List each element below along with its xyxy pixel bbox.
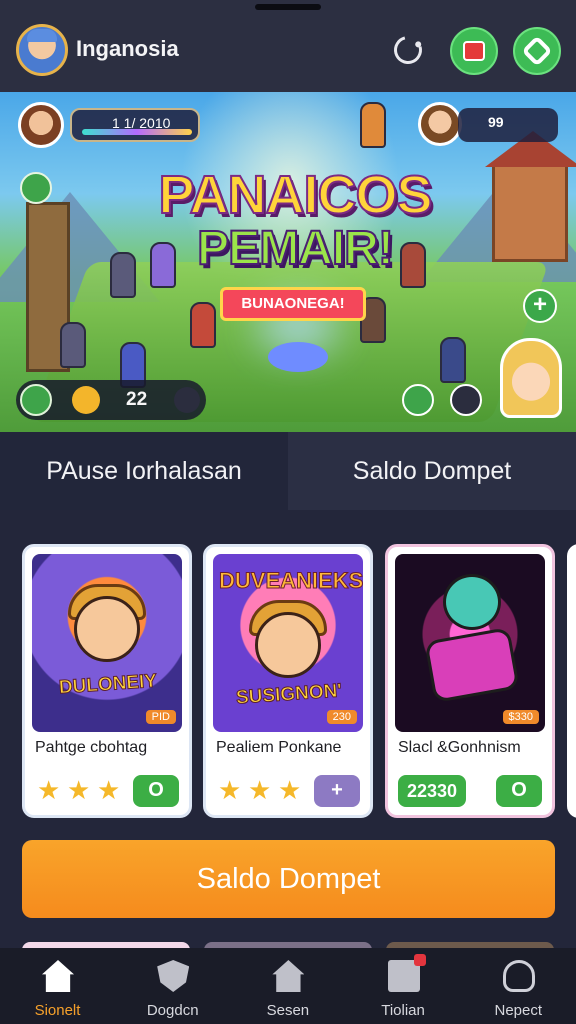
card-art-caption: DULONEIY bbox=[58, 670, 158, 699]
opponent-avatar bbox=[418, 102, 462, 146]
bird-illustration bbox=[443, 574, 501, 630]
game-card[interactable]: DUVEANIEKS SUSIGNON' 230 Pealiem Ponkane… bbox=[203, 544, 373, 818]
card-art: $330 bbox=[395, 554, 545, 732]
xp-bar bbox=[82, 129, 192, 135]
star-icon: ★ bbox=[278, 775, 302, 805]
refresh-icon[interactable] bbox=[388, 30, 428, 70]
username: Inganosia bbox=[76, 36, 179, 61]
card-art-price: 230 bbox=[326, 710, 357, 724]
nav-label: Sesen bbox=[266, 1002, 310, 1019]
card-price[interactable]: 22330 bbox=[398, 775, 466, 807]
gift-button[interactable] bbox=[450, 27, 498, 75]
document-icon bbox=[387, 954, 426, 992]
resource-bar: 22 bbox=[16, 380, 206, 420]
game-card[interactable]: DULONEIY PID Pahtge cbohtag ★ ★ ★ O bbox=[22, 544, 192, 818]
player-hud: 1 1/ 2010 bbox=[18, 102, 208, 148]
user-icon bbox=[502, 960, 535, 992]
card-play-button[interactable]: O bbox=[496, 775, 542, 807]
star-rating: ★ ★ ★ bbox=[37, 777, 123, 803]
share-button[interactable] bbox=[513, 27, 561, 75]
nav-item-house[interactable]: Sesen bbox=[230, 948, 345, 1024]
hero-illustration bbox=[74, 596, 140, 662]
opponent-score: 99 bbox=[488, 114, 504, 130]
gift-icon bbox=[463, 41, 485, 61]
nav-item-home[interactable]: Sionelt bbox=[0, 948, 115, 1024]
nav-item-profile[interactable]: Nepect bbox=[461, 948, 576, 1024]
card-title: Pealiem Ponkane bbox=[216, 739, 342, 756]
nav-label: Sionelt bbox=[34, 1002, 81, 1019]
coin-icon bbox=[72, 386, 100, 414]
banner-title-line1: PANAICOS bbox=[157, 165, 433, 225]
status-notch bbox=[255, 4, 321, 10]
tab-bar: PAuse Iorhalasan Saldo Dompet bbox=[0, 432, 576, 510]
card-art-heading: DUVEANIEKS bbox=[219, 568, 364, 594]
action-icons bbox=[402, 380, 492, 420]
banner-title: PANAICOS PEMAIR! bbox=[150, 165, 440, 276]
card-art-price: PID bbox=[145, 710, 176, 724]
nav-label: Nepect bbox=[494, 1002, 543, 1019]
star-icon: ★ bbox=[37, 775, 61, 805]
game-card-list: DULONEIY PID Pahtge cbohtag ★ ★ ★ O DUVE… bbox=[0, 544, 576, 820]
avatar[interactable] bbox=[16, 24, 68, 76]
tab-pause[interactable]: PAuse Iorhalasan bbox=[0, 432, 288, 510]
card-art-price: $330 bbox=[502, 710, 539, 724]
house bbox=[492, 162, 568, 262]
leaf-icon[interactable] bbox=[20, 384, 52, 416]
character-portrait bbox=[500, 338, 562, 418]
star-icon: ★ bbox=[97, 775, 121, 805]
card-title: Slacl &Gonhnism bbox=[398, 739, 521, 756]
house-icon bbox=[272, 960, 305, 992]
game-card[interactable]: $330 Slacl &Gonhnism 22330 O bbox=[385, 544, 555, 818]
shield-icon bbox=[157, 960, 190, 992]
leaf-icon[interactable] bbox=[20, 172, 52, 204]
player-avatar bbox=[18, 102, 64, 148]
tab-wallet-balance[interactable]: Saldo Dompet bbox=[288, 432, 576, 510]
opponent-hud: 99 bbox=[418, 102, 558, 148]
next-card-peek[interactable] bbox=[567, 544, 576, 818]
banner-title-line2: PEMAIR! bbox=[196, 222, 395, 276]
portal bbox=[268, 342, 328, 372]
resource-value: 22 bbox=[126, 389, 148, 410]
banner-ribbon: BUNAONEGA! bbox=[220, 287, 366, 321]
share-icon bbox=[521, 35, 553, 67]
nav-label: Tiolian bbox=[381, 1002, 425, 1019]
hero-illustration bbox=[255, 612, 321, 678]
game-unit bbox=[110, 252, 136, 298]
star-icon: ★ bbox=[218, 775, 242, 805]
bottom-nav: Sionelt Dogdcn Sesen Tiolian Nepect bbox=[0, 948, 576, 1024]
nav-label: Dogdcn bbox=[146, 1002, 199, 1019]
opponent-stats: 99 bbox=[458, 108, 558, 142]
top-bar: Inganosia bbox=[0, 0, 576, 92]
home-icon bbox=[42, 960, 74, 992]
star-icon: ★ bbox=[67, 775, 91, 805]
wallet-balance-button[interactable]: Saldo Dompet bbox=[22, 840, 555, 918]
add-button[interactable]: + bbox=[523, 289, 557, 323]
game-unit bbox=[360, 102, 386, 148]
gem-illustration bbox=[424, 627, 520, 703]
player-stats: 1 1/ 2010 bbox=[70, 108, 200, 142]
card-art-caption: SUSIGNON' bbox=[235, 680, 343, 709]
nav-item-document[interactable]: Tiolian bbox=[346, 948, 461, 1024]
game-unit bbox=[60, 322, 86, 368]
game-unit bbox=[440, 337, 466, 383]
promo-banner[interactable]: 1 1/ 2010 99 PANAICOS PEMAIR! BUNAONEGA!… bbox=[0, 92, 576, 432]
star-icon: ★ bbox=[248, 775, 272, 805]
nav-item-shield[interactable]: Dogdcn bbox=[115, 948, 230, 1024]
card-art: DUVEANIEKS SUSIGNON' 230 bbox=[213, 554, 363, 732]
game-unit bbox=[190, 302, 216, 348]
card-play-button[interactable]: O bbox=[133, 775, 179, 807]
chat-icon[interactable] bbox=[402, 384, 434, 416]
gear-icon[interactable] bbox=[174, 387, 200, 413]
card-art: DULONEIY PID bbox=[32, 554, 182, 732]
card-title: Pahtge cbohtag bbox=[35, 739, 148, 756]
star-rating: ★ ★ ★ bbox=[218, 777, 304, 803]
alert-icon[interactable] bbox=[450, 384, 482, 416]
card-add-button[interactable]: + bbox=[314, 775, 360, 807]
app-screen: Inganosia 1 1/ 2010 99 PANAICOS PEMAIR! … bbox=[0, 0, 576, 1024]
